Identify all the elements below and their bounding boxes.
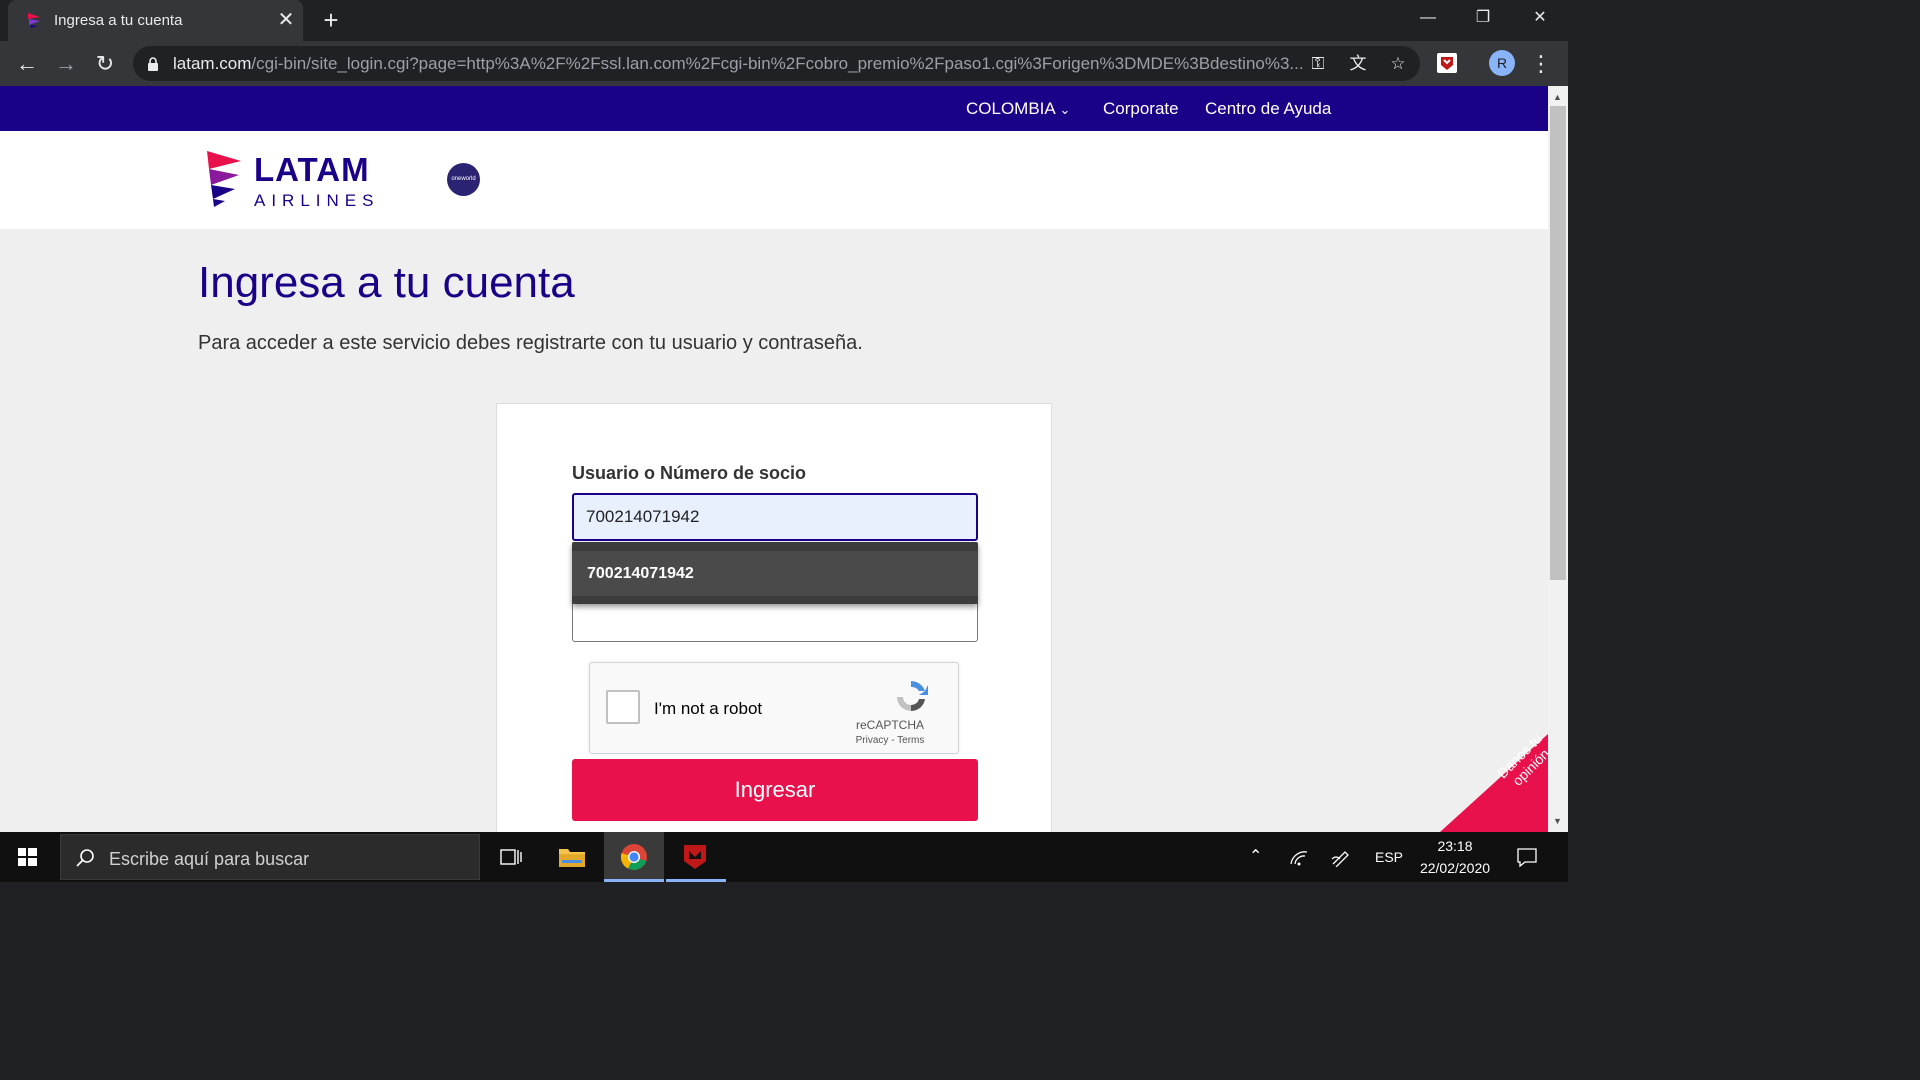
search-placeholder: Escribe aquí para buscar (109, 849, 310, 869)
close-window-button[interactable]: ✕ (1520, 6, 1560, 30)
site-header: LATAM AIRLINES oneworld (0, 131, 1548, 229)
page-title: Ingresa a tu cuenta (198, 258, 575, 307)
mcafee-taskbar-icon[interactable] (666, 832, 726, 882)
chrome-taskbar-icon[interactable] (604, 832, 664, 882)
corporate-link[interactable]: Corporate (1103, 99, 1179, 119)
autocomplete-dropdown: 700214071942 (572, 542, 978, 604)
input-language[interactable]: ESP (1375, 849, 1403, 865)
search-icon (76, 849, 94, 867)
tab-close-icon[interactable]: ✕ (274, 8, 298, 32)
chevron-up-icon[interactable]: ⌃ (1249, 846, 1262, 866)
new-tab-button[interactable]: + (318, 7, 344, 33)
clock-date[interactable]: 22/02/2020 (1410, 860, 1500, 876)
windows-taskbar: Escribe aquí para buscar ⌃ ESP 23:18 22/… (0, 832, 1568, 882)
recaptcha-label: I'm not a robot (654, 699, 763, 718)
country-selector[interactable]: COLOMBIA ⌄ (966, 99, 1070, 119)
recaptcha-brand: reCAPTCHA (855, 718, 924, 732)
clock-time[interactable]: 23:18 (1410, 838, 1500, 854)
page-subtitle: Para acceder a este servicio debes regis… (198, 332, 863, 354)
login-submit-button[interactable]: Ingresar (572, 759, 978, 821)
chevron-down-icon: ⌄ (1059, 102, 1071, 117)
scroll-up-icon[interactable]: ▲ (1553, 92, 1562, 102)
file-explorer-icon[interactable] (542, 832, 602, 882)
bookmark-star-icon[interactable]: ☆ (1387, 53, 1409, 75)
scroll-down-icon[interactable]: ▼ (1553, 816, 1562, 826)
task-view-icon[interactable] (482, 832, 542, 882)
back-icon[interactable]: ← (13, 50, 41, 78)
page-viewport: COLOMBIA ⌄ Corporate Centro de Ayuda LAT… (0, 86, 1548, 832)
profile-avatar[interactable]: R (1489, 50, 1515, 76)
oneworld-logo: oneworld (447, 163, 480, 196)
forward-icon[interactable]: → (52, 50, 80, 78)
reload-icon[interactable]: ↻ (91, 50, 119, 78)
autocomplete-option[interactable]: 700214071942 (572, 551, 978, 596)
lock-icon (148, 57, 158, 71)
key-icon[interactable]: ⚿ (1307, 53, 1329, 75)
username-label: Usuario o Número de socio (572, 463, 807, 483)
pen-icon[interactable] (1330, 847, 1352, 867)
scrollbar-thumb[interactable] (1550, 106, 1566, 580)
minimize-button[interactable]: — (1408, 6, 1448, 30)
login-card: Usuario o Número de socio 700214071942 I… (496, 403, 1052, 832)
address-bar[interactable]: latam.com/cgi-bin/site_login.cgi?page=ht… (133, 46, 1420, 81)
tab-title: Ingresa a tu cuenta (54, 12, 183, 29)
translate-icon[interactable]: 文 (1347, 53, 1369, 75)
feedback-ribbon[interactable]: Danos tu opinión (1440, 734, 1548, 832)
menu-icon[interactable]: ⋮ (1527, 50, 1555, 78)
recaptcha-links[interactable]: Privacy - Terms (830, 735, 950, 746)
notification-center-icon[interactable] (1516, 846, 1538, 868)
username-input[interactable] (572, 493, 978, 541)
wifi-icon[interactable] (1289, 848, 1309, 866)
browser-tab[interactable]: Ingresa a tu cuenta ✕ (8, 0, 303, 41)
site-top-bar: COLOMBIA ⌄ Corporate Centro de Ayuda (0, 86, 1548, 131)
recaptcha-icon (897, 681, 928, 712)
logo-subtitle: AIRLINES (254, 191, 380, 210)
mcafee-extension-icon[interactable] (1437, 53, 1457, 73)
windows-start-icon[interactable] (12, 844, 42, 870)
help-center-link[interactable]: Centro de Ayuda (1205, 99, 1331, 119)
browser-toolbar: ← → ↻ latam.com/cgi-bin/site_login.cgi?p… (0, 41, 1568, 86)
restore-button[interactable]: ❐ (1463, 6, 1503, 30)
browser-tab-bar: Ingresa a tu cuenta ✕ + — ❐ ✕ (0, 0, 1568, 41)
taskbar-search-box[interactable]: Escribe aquí para buscar (60, 834, 480, 880)
recaptcha-checkbox[interactable] (606, 690, 640, 724)
latam-favicon-icon (28, 13, 40, 28)
logo-wordmark: LATAM (254, 151, 370, 188)
url-text: latam.com/cgi-bin/site_login.cgi?page=ht… (173, 54, 1304, 73)
latam-logo-icon[interactable] (205, 149, 245, 209)
recaptcha-widget: I'm not a robot reCAPTCHA Privacy - Term… (589, 662, 959, 754)
